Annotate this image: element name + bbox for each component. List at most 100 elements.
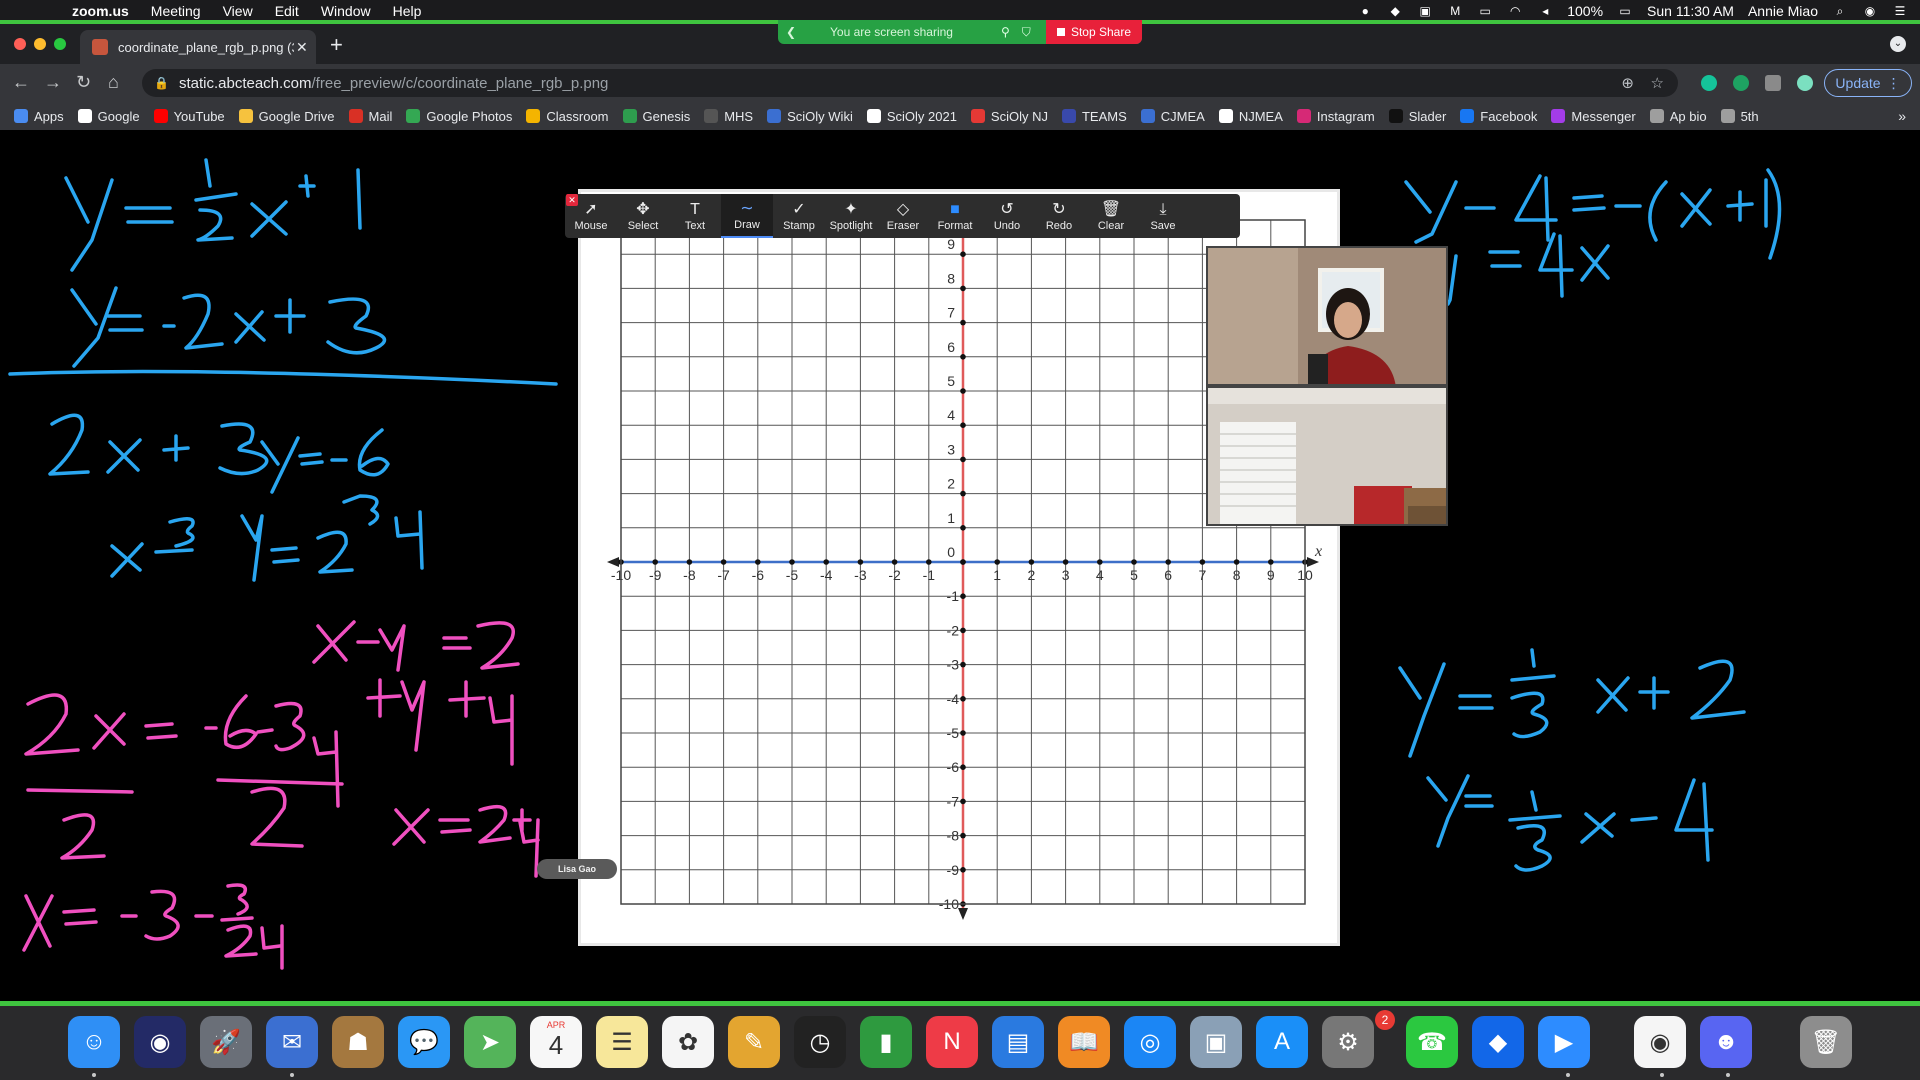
profile-avatar[interactable]: [1797, 75, 1813, 91]
dock-discord-icon[interactable]: ☻: [1700, 1016, 1752, 1068]
shared-screen-canvas[interactable]: -10 -9 -8 -7 -6 -5 -4 -3 -2 -1 1 2 3 4 5 6 7 8 9 10 9 8 7 6 5 4 3 2…: [0, 130, 1920, 1001]
home-icon[interactable]: ⌂: [108, 72, 119, 93]
screen-sharing-banner[interactable]: ❮ You are screen sharing ⚲ ⛉ Stop Share: [778, 20, 1142, 44]
gmail-icon[interactable]: M: [1447, 4, 1463, 18]
forward-icon[interactable]: →: [44, 72, 62, 93]
notification-center-icon[interactable]: ☰: [1892, 4, 1908, 18]
address-bar[interactable]: 🔒 static.abcteach.com /free_preview/c/co…: [142, 69, 1678, 97]
dock-news-icon[interactable]: N: [926, 1016, 978, 1068]
bookmark-cjmea[interactable]: CJMEA: [1140, 109, 1205, 124]
bookmark-star-icon[interactable]: ☆: [1651, 74, 1664, 92]
bookmark-google-photos[interactable]: Google Photos: [406, 109, 512, 124]
annotate-tool-format[interactable]: ■ Format: [929, 194, 981, 238]
record-icon[interactable]: ●: [1357, 4, 1373, 18]
dock-dropbox-icon[interactable]: ◆: [1472, 1016, 1524, 1068]
lock-icon[interactable]: 🔒: [154, 76, 169, 90]
menu-app-name[interactable]: zoom.us: [72, 3, 129, 19]
dock-keynote-icon[interactable]: ▤: [992, 1016, 1044, 1068]
dock-finder-icon[interactable]: ☺: [68, 1016, 120, 1068]
zoom-magnifier-icon[interactable]: ⊕: [1621, 74, 1634, 92]
annotate-tool-text[interactable]: T Text: [669, 194, 721, 238]
dock-notes-icon[interactable]: ☰: [596, 1016, 648, 1068]
video-tile-self[interactable]: [1206, 246, 1448, 386]
display-icon[interactable]: ▭: [1477, 4, 1493, 18]
back-icon[interactable]: ←: [12, 72, 30, 93]
dock-app-store-icon[interactable]: A: [1256, 1016, 1308, 1068]
bookmark-youtube[interactable]: YouTube: [153, 109, 225, 124]
dock-zoom-icon[interactable]: ▶: [1538, 1016, 1590, 1068]
clock[interactable]: Sun 11:30 AM: [1647, 3, 1734, 19]
dock-messages-icon[interactable]: 💬: [398, 1016, 450, 1068]
new-tab-icon[interactable]: +: [330, 32, 343, 58]
menu-help[interactable]: Help: [393, 3, 422, 19]
update-button[interactable]: Update ⋮: [1824, 69, 1912, 97]
annotate-tool-select[interactable]: ✥ Select: [617, 194, 669, 238]
bookmark-apps[interactable]: Apps: [14, 109, 64, 124]
bookmark-njmea[interactable]: NJMEA: [1218, 109, 1283, 124]
bookmark-classroom[interactable]: Classroom: [526, 109, 609, 124]
dropbox-icon[interactable]: ◆: [1387, 4, 1403, 18]
window-close-button[interactable]: [14, 38, 26, 50]
bookmark-instagram[interactable]: Instagram: [1296, 109, 1375, 124]
tab-close-icon[interactable]: ✕: [296, 39, 308, 56]
dock-maps-icon[interactable]: ➤: [464, 1016, 516, 1068]
bookmark-messenger[interactable]: Messenger: [1551, 109, 1636, 124]
annotate-tool-spotlight[interactable]: ✦ Spotlight: [825, 194, 877, 238]
volume-icon[interactable]: ◂: [1537, 4, 1553, 18]
wifi-icon[interactable]: ◠: [1507, 4, 1523, 18]
more-menu-icon[interactable]: ⋮: [1887, 75, 1901, 92]
annotate-tool-undo[interactable]: ↺ Undo: [981, 194, 1033, 238]
tab-search-icon[interactable]: ⌄: [1890, 36, 1906, 52]
bookmark-scioly-2021[interactable]: SciOly 2021: [866, 109, 957, 124]
menu-edit[interactable]: Edit: [275, 3, 299, 19]
dock-calendar-icon[interactable]: APR 4: [530, 1016, 582, 1068]
annotation-close-icon[interactable]: ✕: [566, 194, 578, 206]
zoom-status-icon[interactable]: ▣: [1417, 4, 1433, 18]
menu-window[interactable]: Window: [321, 3, 371, 19]
dock-keynote-doc-icon[interactable]: ✎: [728, 1016, 780, 1068]
dock-mail-bird-icon[interactable]: ✉: [266, 1016, 318, 1068]
window-zoom-button[interactable]: [54, 38, 66, 50]
dock-trash-icon[interactable]: 🗑: [1800, 1016, 1852, 1068]
annotate-tool-redo[interactable]: ↻ Redo: [1033, 194, 1085, 238]
bookmark-scioly-nj[interactable]: SciOly NJ: [970, 109, 1048, 124]
dock-preview-icon[interactable]: ▣: [1190, 1016, 1242, 1068]
bookmark-facebook[interactable]: Facebook: [1460, 109, 1537, 124]
bookmark-mail[interactable]: Mail: [348, 109, 392, 124]
annotate-tool-clear[interactable]: 🗑 Clear: [1085, 194, 1137, 238]
annotate-tool-stamp[interactable]: ✓ Stamp: [773, 194, 825, 238]
dock-siri-icon[interactable]: ◉: [134, 1016, 186, 1068]
spotlight-search-icon[interactable]: ⌕: [1832, 4, 1848, 18]
annotate-tool-eraser[interactable]: ◇ Eraser: [877, 194, 929, 238]
grammarly-extension-icon[interactable]: [1701, 75, 1717, 91]
bookmark-mhs[interactable]: MHS: [704, 109, 753, 124]
reload-icon[interactable]: ↻: [76, 72, 91, 93]
battery-percent[interactable]: 100%: [1567, 3, 1603, 19]
user-name[interactable]: Annie Miao: [1748, 3, 1818, 19]
annotate-tool-save[interactable]: ⤓ Save: [1137, 194, 1189, 238]
bookmark-teams[interactable]: TEAMS: [1061, 109, 1127, 124]
dock-photos-icon[interactable]: ✿: [662, 1016, 714, 1068]
extensions-puzzle-icon[interactable]: [1765, 75, 1781, 91]
bookmark-scioly-wiki[interactable]: SciOly Wiki: [767, 109, 853, 124]
dock-launchpad-icon[interactable]: 🚀: [200, 1016, 252, 1068]
sharing-mic-icon[interactable]: ⚲: [1001, 25, 1010, 39]
browser-tab[interactable]: coordinate_plane_rgb_p.png (3 ✕: [80, 30, 316, 64]
bookmark-google-drive[interactable]: Google Drive: [238, 109, 335, 124]
dock-system-preferences-icon[interactable]: ⚙: [1322, 1016, 1374, 1068]
dock-chrome-icon[interactable]: ◉: [1634, 1016, 1686, 1068]
dock-safari-icon[interactable]: ◎: [1124, 1016, 1176, 1068]
sharing-shield-icon[interactable]: ⛉: [1022, 25, 1031, 40]
video-tile-participant[interactable]: [1206, 386, 1448, 526]
bookmark-genesis[interactable]: Genesis: [622, 109, 690, 124]
dock-books-icon[interactable]: 📖: [1058, 1016, 1110, 1068]
battery-icon[interactable]: ▭: [1617, 4, 1633, 18]
extension-icon[interactable]: [1733, 75, 1749, 91]
bookmarks-overflow-icon[interactable]: »: [1898, 108, 1906, 124]
bookmark-slader[interactable]: Slader: [1388, 109, 1446, 124]
dock-facetime-icon[interactable]: ☎: [1406, 1016, 1458, 1068]
menu-view[interactable]: View: [223, 3, 253, 19]
annotate-tool-draw[interactable]: ∼ Draw: [721, 194, 773, 238]
bookmark-5th[interactable]: 5th: [1720, 109, 1759, 124]
siri-icon[interactable]: ◉: [1862, 4, 1878, 18]
